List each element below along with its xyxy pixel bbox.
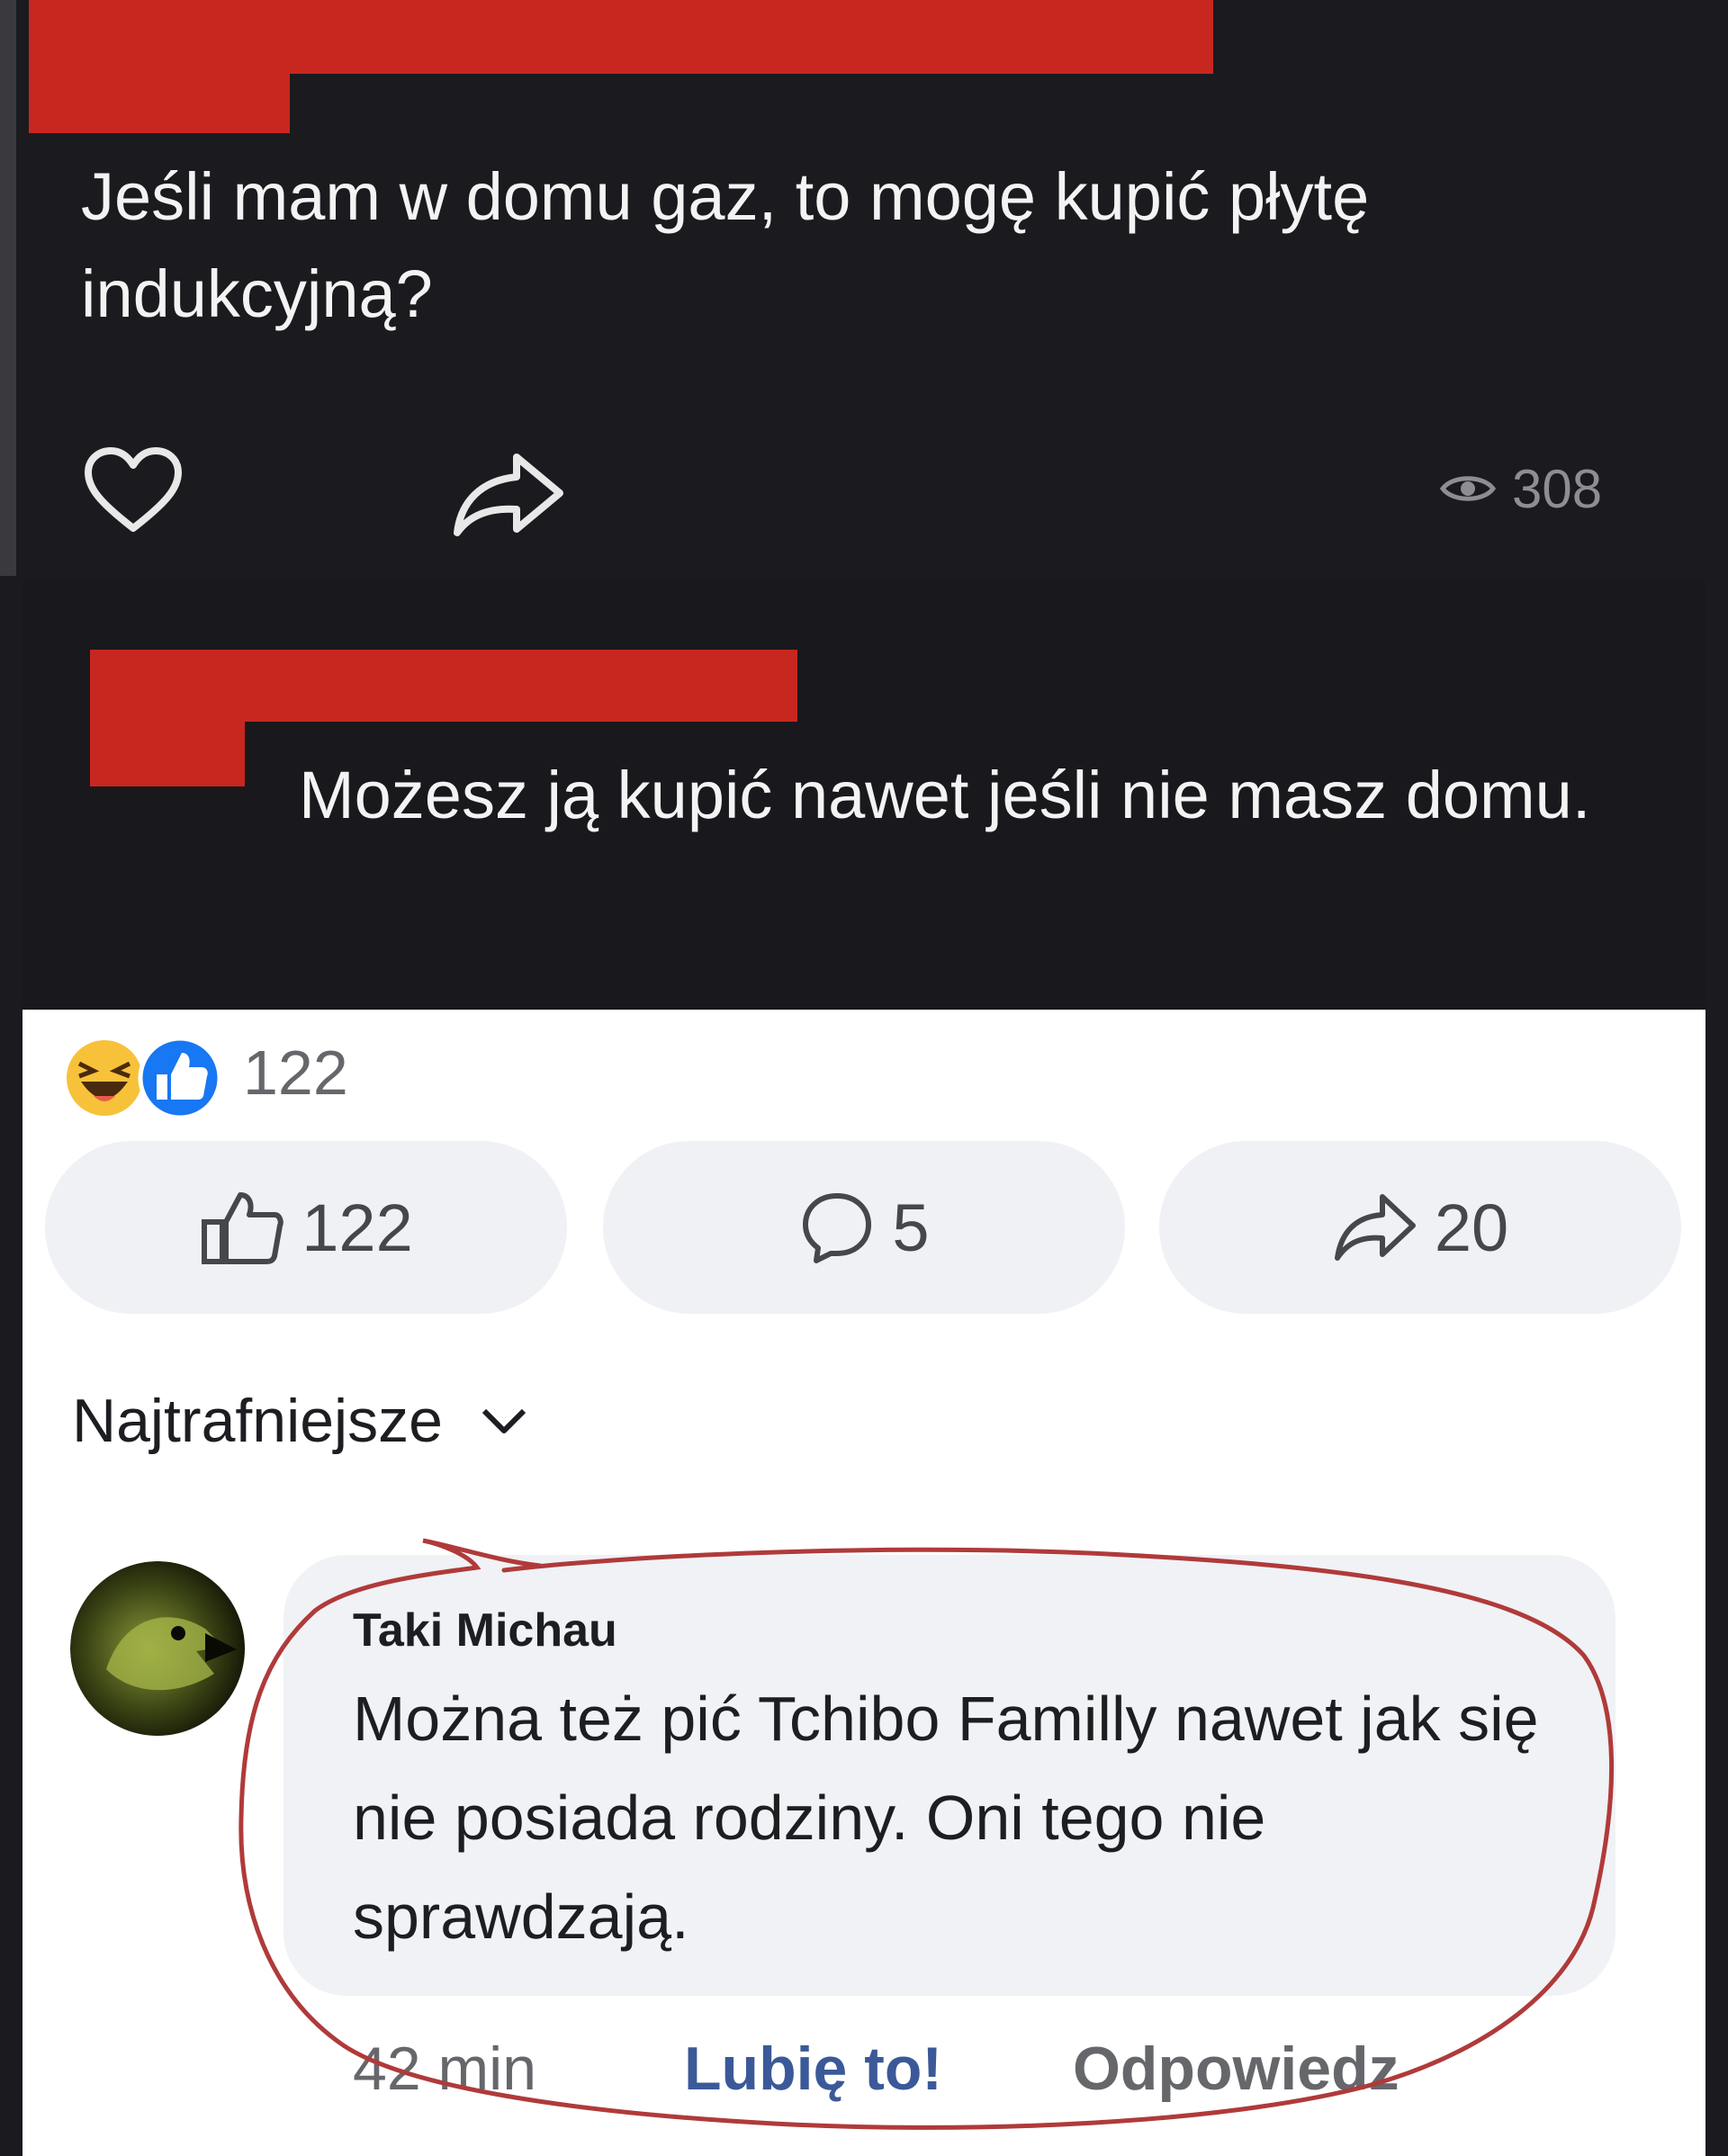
screenshot: Jeśli mam w domu gaz, to mogę kupić płyt… xyxy=(0,0,1728,2156)
annotation-circle xyxy=(238,1538,1615,2130)
